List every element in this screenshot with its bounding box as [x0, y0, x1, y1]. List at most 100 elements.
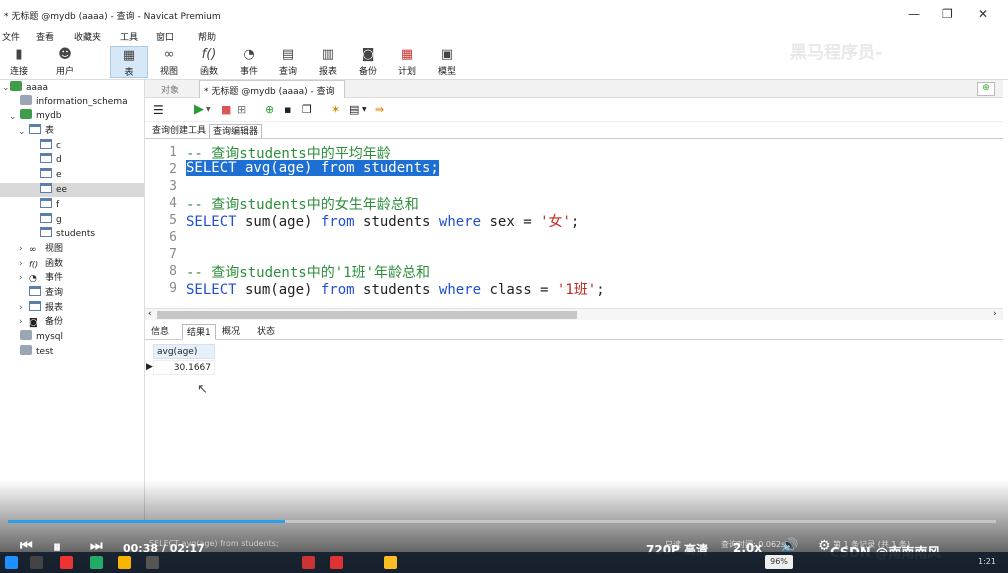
tab-query-builder[interactable]: 查询创建工具 [149, 124, 209, 138]
app-icon[interactable] [146, 556, 159, 569]
tree-label: aaaa [26, 83, 49, 93]
code-line-5: SELECT sum(age) from students where sex … [186, 211, 579, 231]
minimize-button[interactable]: — [908, 7, 920, 21]
code-token: students [354, 282, 439, 298]
video-progress-bar[interactable] [8, 520, 996, 523]
tree-label: d [56, 155, 62, 165]
tab-status[interactable]: 状态 [253, 324, 279, 340]
new-tab-icon[interactable]: ⊕ [977, 82, 995, 96]
tree-events-folder[interactable]: ◔ 事件 [29, 271, 63, 285]
tab-result-1[interactable]: 结果1 [182, 324, 216, 340]
app-icon[interactable] [90, 556, 103, 569]
column-header[interactable]: avg(age) [153, 344, 215, 359]
tree-label: 备份 [45, 317, 64, 327]
collapse-arrow-icon[interactable]: › [19, 259, 23, 269]
menu-window[interactable]: 窗口 [156, 30, 174, 43]
schedule-button[interactable]: ▦ 计划 [388, 46, 426, 78]
database-icon [20, 109, 32, 119]
table-button[interactable]: ▦ 表 [110, 46, 148, 78]
backup-button[interactable]: ◙ 备份 [349, 46, 387, 78]
tree-table-students[interactable]: students [40, 227, 95, 241]
tree-table-e[interactable]: e [40, 168, 62, 182]
view-button[interactable]: ∞ 视图 [150, 46, 188, 78]
menu-icon[interactable]: ☰ [153, 103, 164, 117]
code-token: students [354, 214, 439, 230]
stop-icon[interactable]: ■ [221, 103, 231, 116]
tree-label: mysql [36, 332, 63, 342]
tab-objects[interactable]: 对象 [161, 83, 179, 96]
table-cell[interactable]: 30.1667 [153, 360, 215, 375]
query-button[interactable]: ▤ 查询 [269, 46, 307, 78]
collapse-arrow-icon[interactable]: › [19, 317, 23, 327]
menu-file[interactable]: 文件 [2, 30, 20, 43]
event-icon: ◔ [243, 47, 255, 62]
database-icon [20, 95, 32, 105]
app-icon[interactable] [330, 556, 343, 569]
task-view-icon[interactable] [30, 556, 43, 569]
menu-tools[interactable]: 工具 [120, 30, 138, 43]
tree-table-ee[interactable]: ee [0, 183, 144, 197]
collapse-arrow-icon[interactable]: › [19, 273, 23, 283]
code-token: ; [570, 214, 580, 230]
menu-view[interactable]: 查看 [36, 30, 54, 43]
line-number: 6 [169, 230, 177, 245]
keyword: where [438, 282, 482, 298]
tab-query-editor[interactable]: 查询编辑器 [209, 124, 263, 138]
tree-backups-folder[interactable]: ◙ 备份 [29, 315, 63, 329]
new-query-icon[interactable]: ⊕ [265, 103, 274, 116]
tree-label: test [36, 347, 54, 357]
navicat-icon[interactable] [384, 556, 397, 569]
tree-table-d[interactable]: d [40, 153, 62, 167]
tree-functions-folder[interactable]: f() 函数 [29, 257, 63, 271]
tab-info[interactable]: 信息 [147, 324, 173, 340]
explain-icon[interactable]: ⊞ [237, 103, 246, 116]
code-snippet-icon[interactable]: ▤ [349, 103, 359, 116]
windows-start-icon[interactable] [5, 556, 18, 569]
menu-help[interactable]: 帮助 [198, 30, 216, 43]
user-button[interactable]: ☻ 用户 [46, 46, 84, 78]
model-button[interactable]: ▣ 模型 [428, 46, 466, 78]
snippet-dropdown-icon[interactable]: ▼ [362, 106, 367, 113]
function-button[interactable]: f() 函数 [190, 46, 228, 78]
scrollbar-thumb[interactable] [157, 311, 577, 319]
run-dropdown-icon[interactable]: ▼ [206, 106, 211, 113]
tree-reports-folder[interactable]: 报表 [29, 301, 63, 315]
beautify-icon[interactable]: ✶ [331, 103, 340, 116]
close-button[interactable]: ✕ [978, 7, 988, 21]
expand-arrow-icon[interactable]: ⌄ [18, 127, 26, 137]
expand-arrow-icon[interactable]: ⌄ [2, 83, 10, 93]
editor-horizontal-scrollbar[interactable]: ‹ › [145, 308, 1003, 320]
tree-table-g[interactable]: g [40, 213, 62, 227]
browser-icon[interactable] [118, 556, 131, 569]
maximize-button[interactable]: ❐ [942, 7, 953, 21]
tab-profile[interactable]: 概况 [218, 324, 244, 340]
tree-table-c[interactable]: c [40, 139, 61, 153]
tree-views-folder[interactable]: ∞ 视图 [29, 242, 63, 256]
tree-tables-folder[interactable]: 表 [29, 124, 54, 138]
collapse-arrow-icon[interactable]: › [19, 244, 23, 254]
tree-db-test[interactable]: test [20, 345, 53, 359]
tree-queries-folder[interactable]: 查询 [29, 286, 63, 300]
report-button[interactable]: ▥ 报表 [309, 46, 347, 78]
line-number: 9 [169, 281, 177, 296]
tree-db-mydb[interactable]: mydb [20, 109, 62, 123]
event-button[interactable]: ◔ 事件 [230, 46, 268, 78]
expand-arrow-icon[interactable]: ⌄ [9, 112, 17, 122]
export-icon[interactable]: ⇛ [375, 103, 384, 116]
tab-query[interactable]: * 无标题 @mydb (aaaa) - 查询 [199, 80, 345, 98]
tree-connection-aaaa[interactable]: aaaa [10, 81, 48, 95]
app-icon[interactable] [60, 556, 73, 569]
scroll-left-icon[interactable]: ‹ [148, 309, 152, 319]
tree-db-information-schema[interactable]: information_schema [20, 95, 128, 109]
scroll-right-icon[interactable]: › [993, 309, 997, 319]
connect-button[interactable]: ▮ 连接 [0, 46, 38, 78]
save-icon[interactable]: ▪ [284, 103, 291, 116]
sql-editor[interactable]: 1 2 3 4 5 6 7 8 9 -- 查询students中的平均年龄 SE… [145, 140, 1003, 308]
run-icon[interactable]: ▶ [194, 102, 204, 117]
app-icon[interactable] [302, 556, 315, 569]
menu-favorites[interactable]: 收藏夹 [74, 30, 101, 43]
save-as-icon[interactable]: ❐ [302, 103, 312, 116]
tree-table-f[interactable]: f [40, 198, 59, 212]
tree-db-mysql[interactable]: mysql [20, 330, 63, 344]
collapse-arrow-icon[interactable]: › [19, 303, 23, 313]
